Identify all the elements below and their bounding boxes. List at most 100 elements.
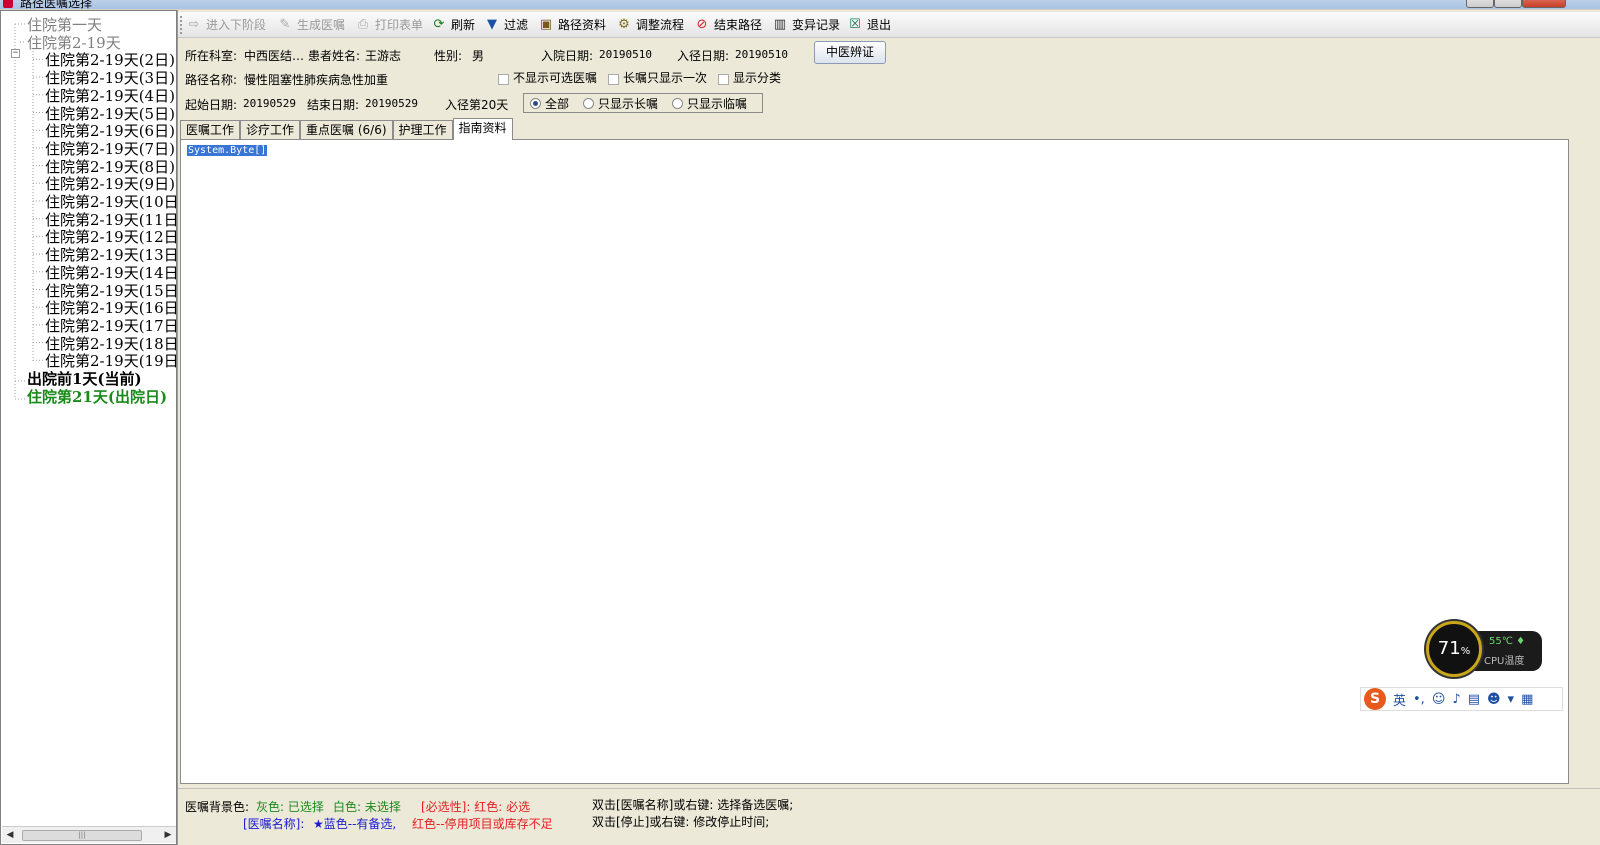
checkbox-label: 长嘱只显示一次 [623,71,708,85]
tab-strip: 医嘱工作 诊疗工作 重点医嘱 (6/6) 护理工作 指南资料 [180,118,513,140]
tcm-diagnosis-button[interactable]: 中医辨证 [814,41,886,64]
tree-item[interactable]: 住院第一天 [27,16,102,34]
end-date-label: 结束日期: [307,98,360,112]
toolbar-button[interactable]: ⇨ 进入下阶段 [186,15,266,35]
path-name-value: 慢性阻塞性肺疾病急性加重 [244,73,389,87]
toolbar-button-label: 进入下阶段 [206,18,267,32]
toolbar-button[interactable]: ⚙ 调整流程 [616,15,684,35]
tab-orders[interactable]: 医嘱工作 [180,120,241,140]
emoji-icon[interactable]: ☺ [1432,692,1446,707]
grid-menu-icon[interactable]: ▦ [1521,692,1533,707]
legend-name-label: [医嘱名称]: [243,817,305,831]
tree-item[interactable]: 住院第2-19天(2日) [45,51,175,69]
scroll-left-icon[interactable]: ◀ [3,829,17,841]
toolbar-button[interactable]: ▼ 过滤 [484,15,528,35]
tree-item[interactable]: 住院第2-19天(12日) [45,228,176,246]
dept-value: 中西医结… [244,49,305,63]
tree-expander-icon[interactable]: − [11,49,20,58]
hint-choose-alternative: 双击[医嘱名称]或右键: 选择备选医嘱; [592,798,794,812]
path-entry-label: 入径日期: [677,49,730,63]
tab-nursing[interactable]: 护理工作 [392,120,453,140]
tree-item[interactable]: 住院第2-19天(7日) [45,140,175,158]
checkbox-box[interactable] [498,73,509,85]
cpu-temperature-widget[interactable]: 71% 55℃ ♦ CPU温度 [1426,621,1542,677]
tree-item[interactable]: 住院第2-19天(17日) [45,317,176,335]
toolbar-button[interactable]: ✎ 生成医嘱 [277,15,345,35]
microphone-icon[interactable]: ♪ [1452,692,1460,707]
user-icon[interactable]: ☻ [1487,692,1501,707]
tree-item[interactable]: 住院第2-19天(4日) [45,87,175,105]
tree-item[interactable]: 住院第2-19天(15日) [45,282,176,300]
checkbox-label: 显示分类 [733,71,782,85]
legend-red-text: 红色--停用项目或库存不足 [412,817,553,831]
radio-temp-only[interactable]: 只显示临嘱 [672,95,747,112]
cpu-temp-text: 55℃ [1489,636,1513,647]
gender-label: 性别: [434,49,463,63]
radio-long-only[interactable]: 只显示长嘱 [583,95,658,112]
tree-item[interactable]: 出院前1天(当前) [27,370,142,388]
refresh-icon: ⟳ [433,17,445,32]
tab-key-orders[interactable]: 重点医嘱 (6/6) [300,120,393,140]
toolbar-button[interactable]: ⎙ 打印表单 [355,15,423,35]
tab-treatment[interactable]: 诊疗工作 [240,120,301,140]
sogou-logo-icon[interactable]: S [1364,688,1386,710]
tree-item[interactable]: 住院第2-19天(10日) [45,193,176,211]
toolbar-button-label: 路径资料 [558,18,607,32]
tree-item[interactable]: 住院第2-19天(18日) [45,335,176,353]
minimize-button[interactable] [1466,0,1494,8]
exit-icon: ☒ [849,17,861,32]
scroll-right-icon[interactable]: ▶ [161,829,175,841]
toolbar-button[interactable]: ▣ 路径资料 [538,15,606,35]
filter-icon: ▼ [487,17,497,32]
keyboard-icon[interactable]: ▤ [1468,692,1480,707]
show-category-checkbox[interactable]: 显示分类 [718,69,781,86]
ime-punct-toggle[interactable]: •, [1413,692,1425,707]
toolbar-button[interactable]: ☒ 退出 [847,15,891,35]
radio-circle[interactable] [583,97,595,109]
checkbox-box[interactable] [608,73,619,85]
tab-guide[interactable]: 指南资料 [452,118,513,140]
tree-item[interactable]: 住院第2-19天(16日) [45,299,176,317]
radio-circle[interactable] [672,97,684,109]
tree-item[interactable]: 住院第2-19天(8日) [45,158,175,176]
tree-item[interactable]: 住院第21天(出院日) [27,388,167,406]
scroll-thumb[interactable]: ||| [22,830,142,841]
tree-item[interactable]: 住院第2-19天(6日) [45,122,175,140]
close-button[interactable] [1522,0,1566,8]
toolbar-button-label: 刷新 [451,18,476,32]
ime-toolbar[interactable]: S 英 •, ☺ ♪ ▤ ☻ ▾ ▦ [1360,687,1563,711]
skin-icon[interactable]: ▾ [1508,692,1515,707]
selected-content-text[interactable]: System.Byte[] [187,145,268,156]
admit-date-label: 入院日期: [541,49,594,63]
tree-item[interactable]: 住院第2-19天(19日) [45,352,176,370]
toolbar-button-label: 生成医嘱 [297,18,346,32]
tree-item[interactable]: 住院第2-19天(13日) [45,246,176,264]
hide-optional-checkbox[interactable]: 不显示可选医嘱 [498,69,597,86]
day-tree-panel[interactable]: − 住院第一天 住院第2-19天 住院第2-19天(2日) 住院第2-19天(3日) 住… [0,10,177,845]
tree-item[interactable]: 住院第2-19天(11日) [45,211,176,229]
tree-item[interactable]: 住院第2-19天(9日) [45,175,175,193]
toolbar-button[interactable]: ⟳ 刷新 [431,15,475,35]
ime-lang-toggle[interactable]: 英 [1393,690,1406,709]
end-date-value: 20190529 [365,97,418,110]
tree-item[interactable]: 住院第2-19天 [27,34,121,52]
checkbox-box[interactable] [718,73,729,85]
tree-item[interactable]: 住院第2-19天(5日) [45,105,175,123]
radio-label: 全部 [545,96,570,111]
long-order-once-checkbox[interactable]: 长嘱只显示一次 [608,69,707,86]
maximize-button[interactable] [1494,0,1522,8]
radio-all[interactable]: 全部 [530,95,569,112]
radio-circle[interactable] [530,97,541,109]
start-date-label: 起始日期: [185,98,238,112]
tree-item[interactable]: 住院第2-19天(14日) [45,264,176,282]
toolbar-button-label: 调整流程 [636,18,685,32]
toolbar-button[interactable]: ⊘ 结束路径 [694,15,762,35]
toolbar-button-label: 打印表单 [375,18,424,32]
tree-horizontal-scrollbar[interactable]: ◀ ||| ▶ [2,826,176,843]
toolbar-button[interactable]: ▥ 变异记录 [772,15,840,35]
window-title: 路径医嘱选择 [20,0,93,9]
main-panel: ⇨ 进入下阶段 ✎ 生成医嘱 ⎙ 打印表单 ⟳ 刷新 ▼ 过滤 ▣ 路径资料 ⚙ 调整流程 ⊘ 结束路径 ▥ 变异… [177,10,1600,845]
radio-label: 只显示临嘱 [687,96,748,111]
toolbar-button-label: 结束路径 [714,18,763,32]
tree-item[interactable]: 住院第2-19天(3日) [45,69,175,87]
